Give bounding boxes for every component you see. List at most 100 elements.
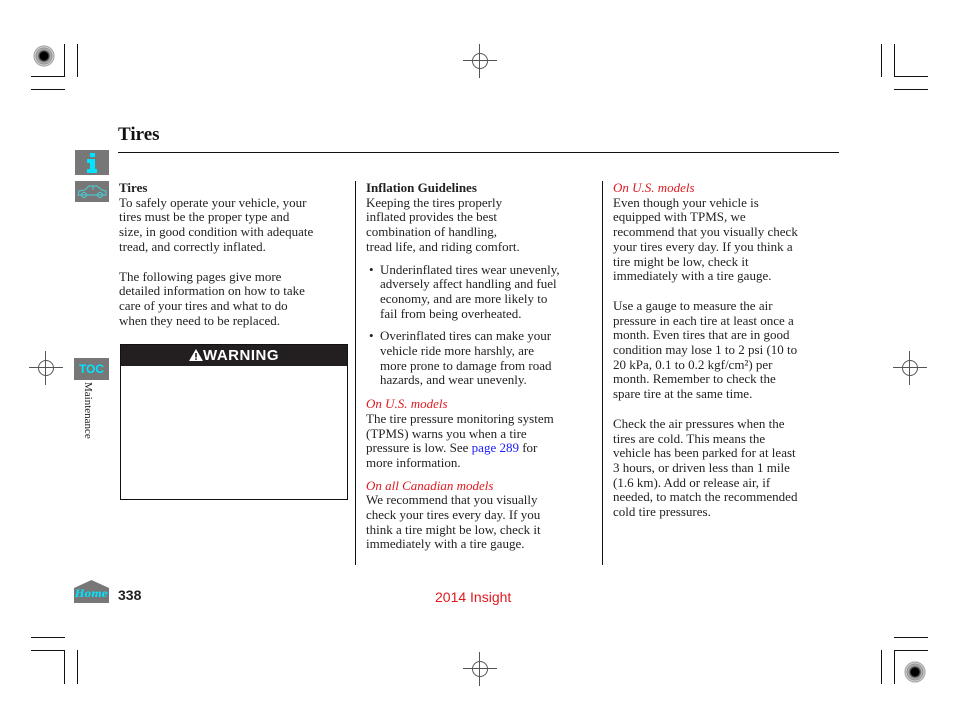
text-line: tires must be the proper type and xyxy=(119,209,290,225)
warning-triangle-icon xyxy=(189,349,203,361)
text-line: We recommend that you visually xyxy=(366,492,538,508)
text-fragment: for xyxy=(518,440,538,456)
text-line: Even though your vehicle is xyxy=(613,194,759,210)
column-inflation-guidelines: Inflation Guidelines Keeping the tires p… xyxy=(366,180,598,552)
crosshair-right xyxy=(893,351,927,385)
text-line: pressure is low. See page 289 for xyxy=(366,440,598,456)
text-line: needed, to match the recommended xyxy=(613,489,798,505)
text-line: care of your tires and what to do xyxy=(119,297,288,313)
crop-line xyxy=(894,637,928,638)
car-icon xyxy=(77,185,107,198)
section-label: Maintenance xyxy=(82,382,94,439)
text-line: combination of handling, xyxy=(366,224,498,240)
text-line: hazards, and wear unevenly. xyxy=(380,372,527,388)
crop-line xyxy=(881,44,882,77)
text-line: (TPMS) warns you when a tire xyxy=(366,425,527,441)
text-line: when they need to be replaced. xyxy=(119,312,280,328)
column-divider xyxy=(602,181,603,565)
model-label-us: On U.S. models xyxy=(366,396,448,412)
text-line: check your tires every day. If you xyxy=(366,507,541,523)
text-line: Use a gauge to measure the air xyxy=(613,297,773,313)
crop-line xyxy=(31,89,65,90)
text-line: immediately with a tire gauge. xyxy=(613,268,772,284)
text-line: month. Remember to check the xyxy=(613,371,776,387)
text-line: (1.6 km). Add or release air, if xyxy=(613,474,771,490)
text-line: The tire pressure monitoring system xyxy=(366,410,554,426)
text-line: size, in good condition with adequate xyxy=(119,224,314,240)
crosshair-bottom xyxy=(463,652,497,686)
text-line: immediately with a tire gauge. xyxy=(366,536,525,552)
section-heading: Inflation Guidelines xyxy=(366,180,477,195)
text-fragment: pressure is low. See xyxy=(366,440,472,456)
section-heading: Tires xyxy=(119,180,148,195)
text-line: Underinflated tires wear unevenly, xyxy=(380,261,560,277)
text-line: fail from being overheated. xyxy=(380,305,522,321)
text-line: vehicle has been parked for at least xyxy=(613,445,796,461)
car-button[interactable] xyxy=(75,181,109,202)
column-divider xyxy=(355,181,356,565)
text-line: equipped with TPMS, we xyxy=(613,209,746,225)
text-line: more information. xyxy=(366,454,461,470)
text-line: vehicle ride more harshly, are xyxy=(380,343,535,359)
text-line: Keeping the tires properly xyxy=(366,194,503,210)
text-line: Check the air pressures when the xyxy=(613,415,785,431)
list-item: • Overinflated tires can make your vehic… xyxy=(366,329,598,388)
crop-line xyxy=(894,76,928,77)
crop-line xyxy=(894,44,895,77)
text-line: pressure in each tire at least once a xyxy=(613,312,794,328)
title-divider xyxy=(118,152,839,153)
info-button[interactable] xyxy=(75,150,109,175)
text-line: tires are cold. This means the xyxy=(613,430,766,446)
text-line: detailed information on how to take xyxy=(119,283,305,299)
crop-line xyxy=(64,44,65,77)
crop-line xyxy=(894,89,928,90)
text-line: cold tire pressures. xyxy=(613,504,711,520)
crop-line xyxy=(64,650,65,684)
text-line: tire might be low, check it xyxy=(613,253,749,269)
warning-header: WARNING xyxy=(121,345,347,366)
model-label-canadian: On all Canadian models xyxy=(366,477,494,493)
text-line: To safely operate your vehicle, your xyxy=(119,194,307,210)
page-title: Tires xyxy=(118,124,160,145)
text-line: your tires every day. If you think a xyxy=(613,238,793,254)
text-line: The following pages give more xyxy=(119,268,282,284)
crop-line xyxy=(77,650,78,684)
inflation-bullet-list: • Underinflated tires wear unevenly, adv… xyxy=(366,261,598,389)
column-tires-intro: Tires To safely operate your vehicle, yo… xyxy=(119,180,355,328)
registration-mark-top-left xyxy=(33,45,55,67)
column-tpms-check: On U.S. models Even though your vehicle … xyxy=(613,180,839,520)
text-line: tread life, and riding comfort. xyxy=(366,238,520,254)
bullet-icon: • xyxy=(369,328,374,344)
crop-line xyxy=(77,44,78,77)
crosshair-left xyxy=(29,351,63,385)
text-line: condition may lose 1 to 2 psi (10 to xyxy=(613,342,798,358)
warning-box: WARNING xyxy=(120,344,348,500)
home-button[interactable]: Home xyxy=(74,580,109,603)
model-label-us: On U.S. models xyxy=(613,180,695,195)
text-line: adversely affect handling and fuel xyxy=(380,276,557,292)
page-number: 338 xyxy=(118,587,142,603)
registration-mark-bottom-right xyxy=(904,661,926,683)
text-line: tread, and correctly inflated. xyxy=(119,238,266,254)
crop-line xyxy=(894,650,928,651)
text-line: economy, and are more likely to xyxy=(380,290,548,306)
crosshair-top xyxy=(463,44,497,78)
document-name: 2014 Insight xyxy=(435,589,512,605)
page-289-link[interactable]: page 289 xyxy=(472,440,519,455)
home-label: Home xyxy=(74,589,108,600)
text-line: 3 hours, or driven less than 1 mile xyxy=(613,459,790,475)
warning-label: WARNING xyxy=(203,347,279,364)
crop-line xyxy=(31,76,65,77)
info-icon xyxy=(87,153,97,173)
text-line: inflated provides the best xyxy=(366,209,498,225)
text-line: more prone to damage from road xyxy=(380,357,552,373)
bullet-icon: • xyxy=(369,261,374,277)
text-line: month. Even tires that are in good xyxy=(613,327,790,343)
crop-line xyxy=(894,650,895,684)
crop-line xyxy=(31,650,65,651)
home-icon: Home xyxy=(74,580,109,603)
text-line: Overinflated tires can make your xyxy=(380,328,552,344)
crop-line xyxy=(881,650,882,684)
toc-button[interactable]: TOC xyxy=(74,358,109,380)
list-item: • Underinflated tires wear unevenly, adv… xyxy=(366,261,598,322)
